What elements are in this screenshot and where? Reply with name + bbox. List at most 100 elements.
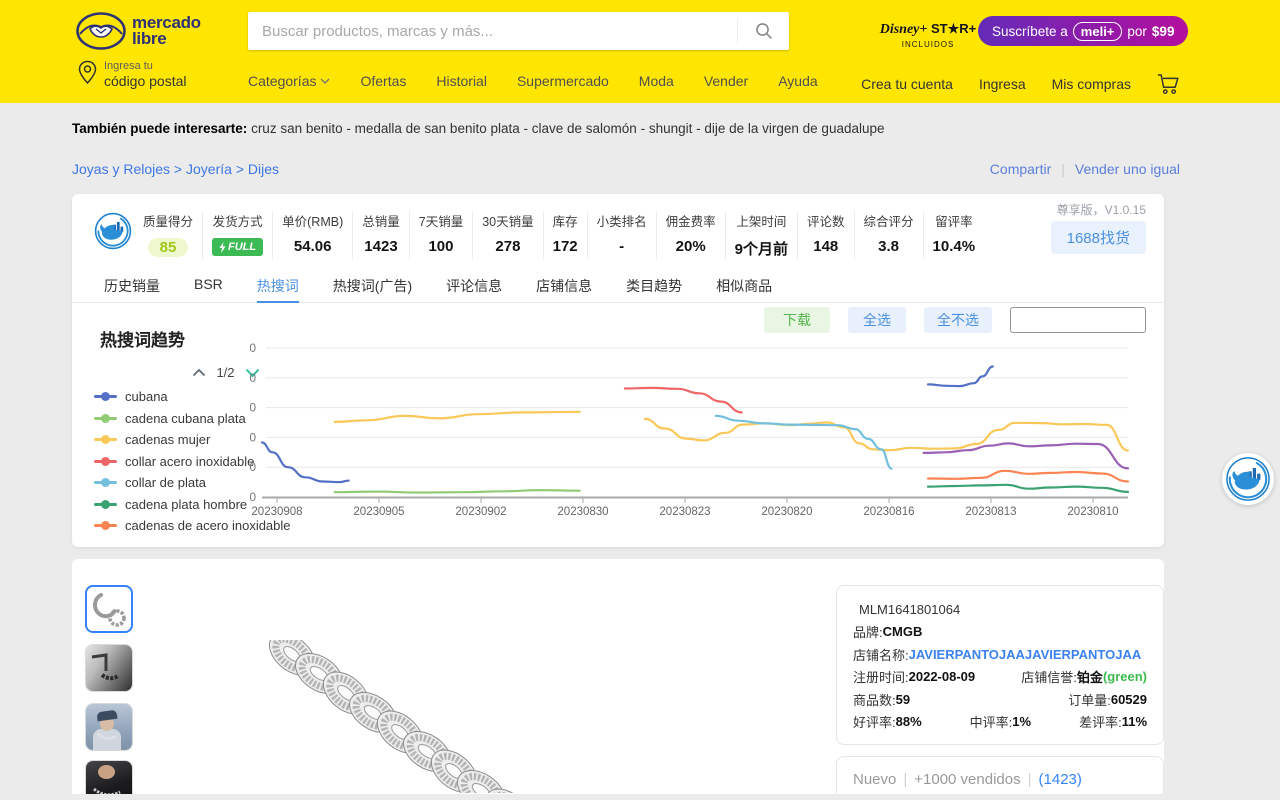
metric-label: 佣金费率 bbox=[666, 211, 716, 230]
svg-text:20230902: 20230902 bbox=[455, 506, 506, 518]
metric-value: 172 bbox=[553, 238, 578, 255]
nav-item-6[interactable]: Ayuda bbox=[778, 73, 817, 89]
tab-5[interactable]: 店铺信息 bbox=[536, 268, 592, 303]
tab-6[interactable]: 类目趋势 bbox=[626, 268, 682, 303]
metric-value: - bbox=[597, 238, 647, 255]
brand-wordmark: mercado libre bbox=[132, 15, 201, 47]
orders-label: 订单量: bbox=[1068, 690, 1111, 709]
metric-label: 发货方式 bbox=[212, 211, 263, 230]
metric-2: 单价(RMB)54.06 bbox=[272, 211, 352, 259]
tab-7[interactable]: 相似商品 bbox=[716, 268, 772, 303]
thumbnail-2[interactable] bbox=[85, 644, 133, 692]
tab-0[interactable]: 历史销量 bbox=[104, 268, 160, 303]
metric-value: 1423 bbox=[362, 238, 400, 255]
nav-item-5[interactable]: Vender bbox=[704, 73, 748, 89]
metric-6: 库存 172 bbox=[543, 211, 587, 259]
nav-mis-compras[interactable]: Mis compras bbox=[1052, 76, 1131, 92]
bolt-icon bbox=[219, 242, 226, 253]
product-main-image[interactable] bbox=[262, 640, 682, 793]
legend-marker bbox=[94, 417, 117, 420]
tool-version: 尊享版，V1.0.15 bbox=[1057, 201, 1146, 218]
metric-label: 综合评分 bbox=[864, 211, 914, 230]
meli-plus-badge: meli+ bbox=[1073, 22, 1123, 41]
metric-value: FULL bbox=[212, 238, 263, 257]
breadcrumb: Joyas y Relojes > Joyería > Dijes bbox=[72, 161, 279, 177]
select-none-button[interactable]: 全不选 bbox=[924, 307, 992, 333]
select-all-button[interactable]: 全选 bbox=[848, 307, 906, 333]
tab-4[interactable]: 评论信息 bbox=[446, 268, 502, 303]
sourcing-1688-button[interactable]: 1688找货 bbox=[1051, 221, 1146, 254]
orders-value: 60529 bbox=[1111, 692, 1147, 707]
legend-marker bbox=[94, 503, 117, 506]
reg-date-value: 2022-08-09 bbox=[909, 669, 976, 684]
main-nav: Categorías Ofertas Historial Supermercado M… bbox=[248, 73, 818, 89]
nav-item-0[interactable]: Categorías bbox=[248, 73, 330, 89]
metric-9: 上架时间9个月前 bbox=[725, 211, 797, 259]
breadcrumb-actions: Compartir | Vender uno igual bbox=[990, 161, 1180, 177]
mercadolibre-logo[interactable]: mercado libre bbox=[76, 12, 201, 50]
site-header: mercado libre Disney+ ST★R+ INCLUIDOS Su… bbox=[0, 0, 1280, 103]
sold-count-text: +1000 vendidos bbox=[914, 771, 1020, 788]
search-input[interactable] bbox=[248, 12, 737, 50]
divider: | bbox=[1061, 161, 1065, 177]
legend-label: collar acero inoxidable bbox=[125, 454, 254, 469]
related-search-link[interactable]: clave de salomón bbox=[532, 121, 637, 136]
nav-item-1[interactable]: Ofertas bbox=[360, 73, 406, 89]
thumbnail-4[interactable] bbox=[85, 760, 133, 794]
metric-label: 库存 bbox=[553, 211, 578, 230]
tab-2[interactable]: 热搜词 bbox=[257, 268, 299, 303]
search-button[interactable] bbox=[737, 19, 789, 43]
items-count-label: 商品数: bbox=[853, 690, 896, 709]
share-link[interactable]: Compartir bbox=[990, 161, 1051, 177]
related-search-link[interactable]: cruz san benito bbox=[251, 121, 343, 136]
keyword-filter-input[interactable] bbox=[1010, 307, 1146, 333]
nav-item-3[interactable]: Supermercado bbox=[517, 73, 609, 89]
postal-code-button[interactable]: Ingresa tu código postal bbox=[78, 60, 187, 89]
nav-item-2[interactable]: Historial bbox=[436, 73, 487, 89]
svg-text:200: 200 bbox=[250, 430, 256, 444]
store-name-link[interactable]: JAVIERPANTOJAAJAVIERPANTOJAA bbox=[909, 647, 1142, 662]
svg-text:20230810: 20230810 bbox=[1067, 506, 1118, 518]
analytics-tool-floating-button[interactable] bbox=[1222, 453, 1274, 505]
metric-value: 278 bbox=[482, 238, 533, 255]
download-button[interactable]: 下载 bbox=[764, 307, 830, 333]
metric-10: 评论数148 bbox=[797, 211, 854, 259]
breadcrumb-item[interactable]: Dijes bbox=[248, 161, 279, 177]
legend-marker bbox=[94, 524, 117, 527]
svg-text:400: 400 bbox=[250, 371, 256, 385]
item-id: MLM1641801064 bbox=[859, 602, 960, 617]
nav-item-4[interactable]: Moda bbox=[639, 73, 674, 89]
condition-text: Nuevo bbox=[853, 771, 896, 788]
related-search-link[interactable]: medalla de san benito plata bbox=[355, 121, 520, 136]
breadcrumb-item[interactable]: Joyería bbox=[186, 161, 232, 177]
chart-toolbar: 下载 全选 全不选 bbox=[764, 307, 1146, 333]
related-searches: También puede interesarte: cruz san beni… bbox=[72, 121, 885, 136]
legend-prev-icon[interactable] bbox=[192, 368, 206, 377]
subscribe-meli-button[interactable]: Suscríbete a meli+ por $99 bbox=[978, 16, 1188, 46]
legend-page-indicator: 1/2 bbox=[216, 365, 234, 380]
metrics-row: 质量得分85发货方式FULL单价(RMB)54.06总销量14237天销量100… bbox=[134, 211, 984, 259]
neutral-rate-value: 1% bbox=[1012, 714, 1031, 729]
metric-value: 100 bbox=[419, 238, 463, 255]
neutral-rate-label: 中评率: bbox=[970, 712, 1013, 731]
metric-label: 留评率 bbox=[933, 211, 976, 230]
rating-count-link[interactable]: (1423) bbox=[1039, 771, 1082, 788]
cart-icon[interactable] bbox=[1157, 73, 1180, 95]
tab-1[interactable]: BSR bbox=[194, 268, 223, 303]
breadcrumb-item[interactable]: Joyas y Relojes bbox=[72, 161, 170, 177]
metric-label: 质量得分 bbox=[143, 211, 193, 230]
related-searches-label: También puede interesarte: bbox=[72, 121, 247, 136]
legend-label: cubana bbox=[125, 389, 168, 404]
related-search-link[interactable]: dije de la virgen de guadalupe bbox=[704, 121, 884, 136]
nav-crea-tu-cuenta[interactable]: Crea tu cuenta bbox=[861, 76, 953, 92]
nav-ingresa[interactable]: Ingresa bbox=[979, 76, 1026, 92]
thumbnail-3[interactable] bbox=[85, 703, 133, 751]
related-search-link[interactable]: shungit bbox=[649, 121, 693, 136]
sell-one-link[interactable]: Vender uno igual bbox=[1075, 161, 1180, 177]
reputation-value: 铂金 bbox=[1077, 667, 1103, 686]
thumbnail-1-selected[interactable] bbox=[85, 585, 133, 633]
tab-3[interactable]: 热搜词(广告) bbox=[333, 268, 412, 303]
chain-drawing-thumb bbox=[87, 587, 131, 631]
metric-value: 10.4% bbox=[933, 238, 976, 255]
legend-label: cadena cubana plata bbox=[125, 411, 246, 426]
